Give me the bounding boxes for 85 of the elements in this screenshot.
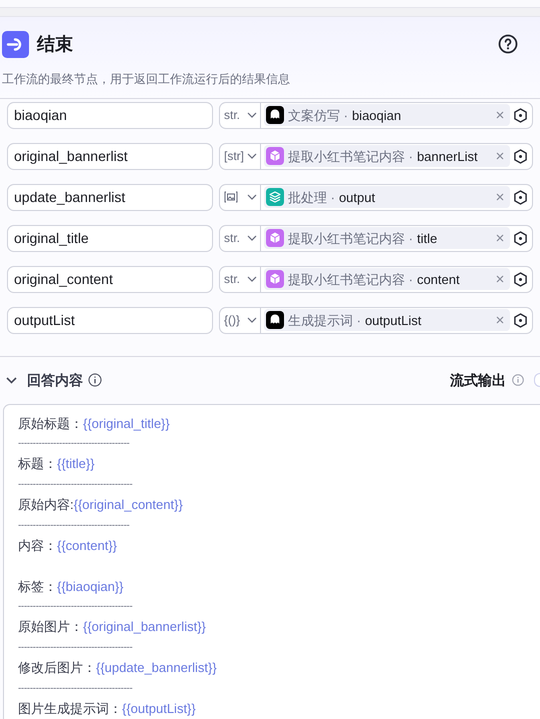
variable-reference-field[interactable]: str. 提取小红书笔记内容 · title	[219, 224, 533, 252]
image-type-icon	[224, 191, 238, 204]
source-node-name: 提取小红书笔记内容 ·	[288, 230, 413, 248]
target-icon[interactable]	[513, 148, 528, 164]
dashed-divider-text: ---------------------------------------	[18, 682, 132, 696]
chevron-down-icon[interactable]	[6, 376, 17, 384]
source-field-name: biaoqian	[352, 106, 402, 125]
target-icon[interactable]	[513, 108, 528, 123]
end-node-icon	[2, 30, 29, 58]
template-variable: {{original_bannerlist}}	[83, 618, 206, 636]
source-field-name: output	[338, 188, 376, 207]
target-icon[interactable]	[513, 312, 528, 328]
type-label: str.	[224, 271, 240, 288]
template-label: 原始标题：	[18, 414, 83, 433]
template-variable: {{outputList}}	[122, 700, 196, 718]
chevron-down-icon	[247, 112, 257, 118]
variable-reference-field[interactable]: str. 文案仿写 · biaoqian	[219, 102, 533, 129]
source-field-name: title	[416, 230, 438, 248]
source-node-name: 生成提示词 ·	[288, 312, 361, 330]
clear-icon[interactable]	[496, 316, 504, 324]
source-node-name: 批处理 ·	[288, 188, 335, 207]
source-node-name: 提取小红书笔记内容 ·	[288, 270, 413, 289]
dashed-divider-text: ---------------------------------------	[18, 478, 132, 492]
stream-toggle[interactable]	[534, 373, 540, 388]
target-icon[interactable]	[513, 272, 528, 287]
dashed-divider-text: ---------------------------------------	[18, 600, 132, 614]
template-variable: {{biaoqian}}	[57, 578, 124, 596]
template-label: 修改后图片：	[18, 659, 96, 678]
template-variable: {{original_title}}	[83, 414, 170, 433]
source-field-name: bannerList	[416, 148, 478, 166]
chevron-down-icon	[247, 276, 257, 282]
ghost-icon	[266, 311, 284, 330]
type-label: {()}	[224, 312, 240, 330]
type-label: [str]	[224, 148, 244, 166]
variable-name-field[interactable]: original_content	[7, 266, 213, 293]
clear-icon[interactable]	[496, 234, 504, 242]
info-icon[interactable]	[88, 373, 102, 388]
clear-icon[interactable]	[496, 193, 504, 202]
dashed-divider-text: --------------------------------------	[18, 437, 130, 452]
variable-reference-field[interactable]: 批处理 · output	[219, 184, 533, 211]
chevron-down-icon	[247, 194, 257, 200]
type-label: str.	[224, 107, 240, 124]
variable-name-field[interactable]: update_bannerlist	[7, 184, 213, 211]
layers-icon	[266, 188, 284, 206]
type-label: str.	[224, 230, 240, 248]
template-label: 图片生成提示词：	[18, 700, 122, 718]
stream-output-label: 流式输出	[450, 370, 506, 390]
variable-name-field[interactable]: original_title	[7, 224, 213, 252]
variable-name-field[interactable]: outputList	[7, 306, 213, 334]
variable-reference-field[interactable]: [str] 提取小红书笔记内容 · bannerList	[219, 142, 533, 170]
node-title: 结束	[37, 32, 73, 56]
chevron-down-icon	[247, 317, 257, 324]
variable-name-field[interactable]: biaoqian	[7, 102, 213, 129]
cube-icon	[266, 229, 284, 248]
template-label: 标题：	[18, 455, 57, 474]
variable-name-field[interactable]: original_bannerlist	[7, 142, 213, 170]
help-icon[interactable]	[498, 34, 518, 54]
template-label: 标签：	[18, 578, 57, 596]
variable-reference-field[interactable]: {()} 生成提示词 · outputList	[219, 306, 533, 334]
source-node-name: 文案仿写 ·	[288, 106, 348, 125]
template-variable: {{title}}	[57, 455, 95, 474]
template-variable: {{content}}	[57, 536, 118, 555]
template-variable: {{update_bannerlist}}	[96, 659, 217, 678]
source-field-name: outputList	[364, 312, 422, 330]
target-icon[interactable]	[513, 190, 528, 205]
clear-icon[interactable]	[496, 275, 504, 284]
ghost-icon	[266, 106, 284, 124]
chevron-down-icon	[247, 153, 257, 160]
dashed-divider-text: ---------------------------------------	[18, 641, 132, 656]
clear-icon[interactable]	[496, 152, 504, 160]
variable-reference-field[interactable]: str. 提取小红书笔记内容 · content	[219, 266, 533, 293]
dashed-divider-text: --------------------------------------	[18, 518, 130, 533]
chevron-down-icon	[247, 235, 257, 242]
template-label: 原始内容:	[18, 496, 74, 514]
template-variable: {{original_content}}	[74, 496, 183, 514]
section-title: 回答内容	[27, 370, 83, 390]
target-icon[interactable]	[513, 230, 528, 246]
source-node-name: 提取小红书笔记内容 ·	[288, 148, 413, 166]
template-label: 内容：	[18, 536, 57, 555]
clear-icon[interactable]	[496, 111, 504, 120]
cube-icon	[266, 270, 284, 288]
node-description: 工作流的最终节点，用于返回工作流运行后的结果信息	[2, 70, 291, 88]
cube-icon	[266, 147, 284, 166]
template-label: 原始图片：	[18, 618, 83, 636]
source-field-name: content	[416, 270, 460, 289]
